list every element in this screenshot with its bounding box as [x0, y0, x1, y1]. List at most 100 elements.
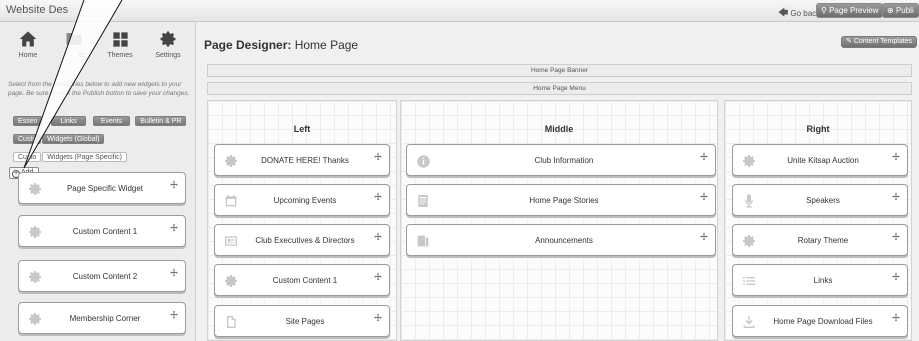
- tab-home-label: Home: [18, 52, 38, 59]
- column-widget[interactable]: Unite Kitsap Auction: [732, 144, 908, 176]
- move-handle-icon[interactable]: [373, 149, 383, 159]
- widget-label: Home Page Download Files: [773, 317, 873, 326]
- column-middle-heading: Middle: [544, 124, 574, 134]
- links-list-icon: [741, 273, 757, 289]
- tab-settings-label: Settings: [155, 52, 181, 59]
- column-widget[interactable]: Club Executives & Directors: [214, 224, 390, 256]
- move-handle-icon[interactable]: [699, 189, 709, 199]
- move-handle-icon[interactable]: [373, 310, 383, 320]
- column-widget[interactable]: Home Page Download Files: [732, 305, 908, 337]
- column-widget[interactable]: Home Page Stories: [406, 184, 716, 216]
- category-custom-global[interactable]: Widgets (Global): [42, 134, 105, 144]
- go-back-link[interactable]: 🡄 Go back: [778, 6, 820, 23]
- gear-icon: [27, 224, 43, 240]
- home-icon: [6, 28, 50, 50]
- move-handle-icon[interactable]: [891, 149, 901, 159]
- category-custom-page[interactable]: Widgets (Page Specific): [42, 152, 127, 162]
- column-widget[interactable]: Speakers: [732, 184, 908, 216]
- column-widget[interactable]: DONATE HERE! Thanks: [214, 144, 390, 176]
- announcement-icon: [415, 233, 431, 249]
- page-preview-button[interactable]: ⚲ Page Preview: [816, 3, 884, 18]
- app-title: Website Des: [6, 4, 69, 16]
- widget-sidebar: Home er Themes Settings Select from the …: [0, 22, 196, 341]
- column-widget[interactable]: Custom Content 1: [214, 264, 390, 296]
- publish-button[interactable]: ⊕ Publi: [882, 3, 919, 18]
- column-left-heading: Left: [293, 124, 311, 134]
- category-links[interactable]: Links: [51, 116, 86, 126]
- widget-label: DONATE HERE! Thanks: [261, 156, 349, 165]
- content-templates-button[interactable]: ✎ Content Templates: [841, 36, 918, 48]
- publish-label: Publi: [895, 6, 914, 15]
- gear-icon: [223, 153, 239, 169]
- contact-card-icon: [223, 233, 239, 249]
- move-handle-icon[interactable]: [169, 265, 179, 275]
- palette-widget[interactable]: Custom Content 1: [18, 215, 186, 247]
- page-title-prefix: Page Designer:: [204, 38, 292, 52]
- info-icon: [415, 153, 431, 169]
- widget-label: Announcements: [535, 236, 593, 245]
- gear-icon: [27, 181, 43, 197]
- home-page-banner[interactable]: Home Page Banner: [207, 64, 912, 77]
- back-arrow-icon: 🡄: [778, 8, 789, 19]
- gear-icon: [741, 233, 757, 249]
- column-widget[interactable]: Upcoming Events: [214, 184, 390, 216]
- page-title: Page Designer: Home Page: [204, 38, 358, 52]
- palette-widget[interactable]: Page Specific Widget: [18, 172, 186, 204]
- pages-icon: [223, 314, 239, 330]
- gear-icon: [146, 28, 190, 50]
- tab-settings[interactable]: Settings: [146, 28, 190, 59]
- move-handle-icon[interactable]: [699, 229, 709, 239]
- column-middle[interactable]: Middle: [400, 100, 718, 341]
- category-buttons: Essen Links Events Bulletin & PR Custo Widge…: [13, 116, 193, 170]
- gear-icon: [223, 273, 239, 289]
- widget-label: Unite Kitsap Auction: [787, 156, 859, 165]
- move-handle-icon[interactable]: [891, 229, 901, 239]
- column-widget[interactable]: Rotary Theme: [732, 224, 908, 256]
- widget-label: Custom Content 1: [72, 227, 138, 236]
- pencil-icon: ✎: [846, 38, 854, 45]
- tab-themes-label: Themes: [107, 52, 133, 59]
- move-handle-icon[interactable]: [891, 189, 901, 199]
- home-page-menu[interactable]: Home Page Menu: [207, 82, 912, 95]
- category-events[interactable]: Events: [92, 116, 131, 126]
- widget-label: Custom Content 1: [272, 276, 338, 285]
- move-handle-icon[interactable]: [699, 149, 709, 159]
- microphone-icon: [741, 193, 757, 209]
- preview-icon: ⚲: [821, 6, 830, 15]
- column-widget[interactable]: Club Information: [406, 144, 716, 176]
- content-templates-label: Content Templates: [853, 38, 913, 45]
- top-bar: Website Des 🡄 Go back ⚲ Page Preview ⊕ Pu…: [0, 0, 919, 22]
- category-custom-page-prefix[interactable]: Custo: [13, 152, 42, 162]
- category-essentials[interactable]: Essen: [13, 116, 43, 126]
- download-icon: [741, 314, 757, 330]
- move-handle-icon[interactable]: [891, 269, 901, 279]
- calendar-icon: [223, 193, 239, 209]
- move-handle-icon[interactable]: [169, 177, 179, 187]
- widget-label: Links: [813, 276, 833, 285]
- widget-label: Site Pages: [285, 317, 325, 326]
- widget-label: Club Executives & Directors: [255, 236, 355, 245]
- publish-icon: ⊕: [887, 6, 896, 15]
- palette-widget[interactable]: Custom Content 2: [18, 260, 186, 292]
- column-widget[interactable]: Site Pages: [214, 305, 390, 337]
- category-custom-global-prefix[interactable]: Custo: [13, 134, 42, 144]
- page-title-name: Home Page: [294, 38, 359, 52]
- move-handle-icon[interactable]: [891, 310, 901, 320]
- column-widget[interactable]: Links: [732, 264, 908, 296]
- tab-themes[interactable]: Themes: [98, 28, 142, 59]
- category-bulletin-pr[interactable]: Bulletin & PR: [135, 116, 187, 126]
- palette-widget[interactable]: Membership Corner: [18, 302, 186, 334]
- widget-label: Rotary Theme: [797, 236, 849, 245]
- move-handle-icon[interactable]: [169, 307, 179, 317]
- move-handle-icon[interactable]: [373, 189, 383, 199]
- tab-home[interactable]: Home: [6, 28, 50, 59]
- column-widget[interactable]: Announcements: [406, 224, 716, 256]
- column-right-heading: Right: [806, 124, 830, 134]
- folder-icon: [52, 28, 96, 50]
- move-handle-icon[interactable]: [373, 229, 383, 239]
- gear-icon: [27, 311, 43, 327]
- tab-folder[interactable]: er: [52, 28, 96, 59]
- move-handle-icon[interactable]: [169, 220, 179, 230]
- move-handle-icon[interactable]: [373, 269, 383, 279]
- sidebar-tabs: Home er Themes Settings: [6, 28, 192, 64]
